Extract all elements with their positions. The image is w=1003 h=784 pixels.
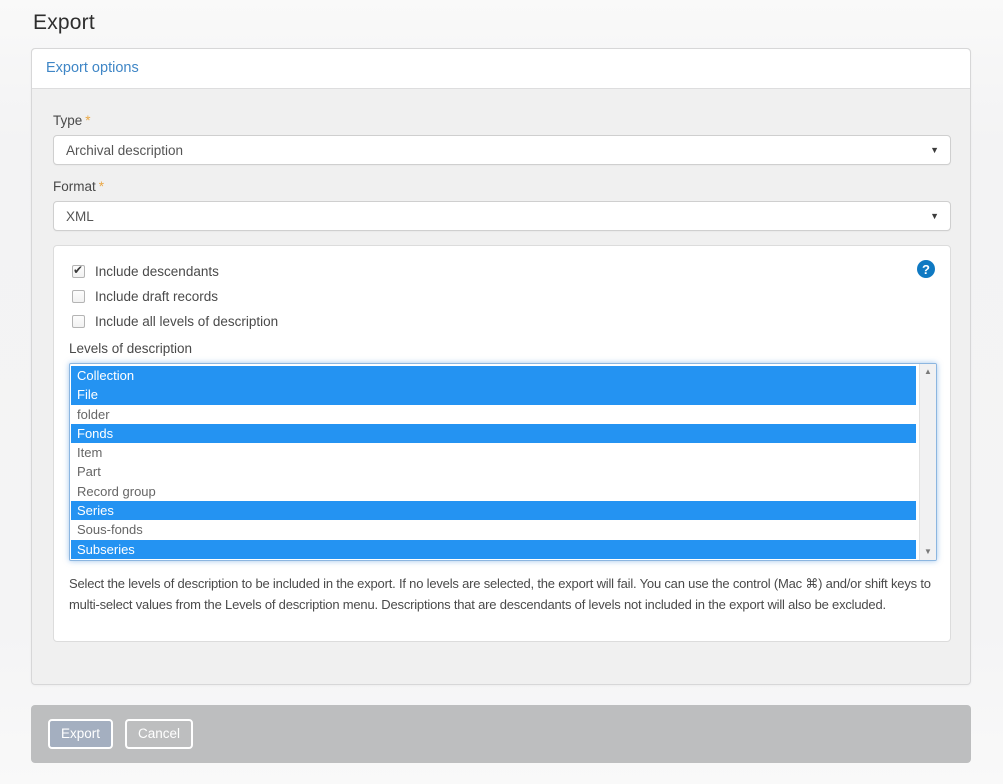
chevron-down-icon: ▼ — [930, 145, 939, 155]
format-select-value: XML — [66, 209, 94, 224]
levels-listbox[interactable]: Collection File folder Fonds Item Part R… — [69, 363, 937, 561]
format-field: Format* XML ▼ — [53, 179, 949, 231]
type-select[interactable]: Archival description ▼ — [53, 135, 951, 165]
listbox-option-series[interactable]: Series — [71, 501, 916, 520]
include-all-levels-label[interactable]: Include all levels of description — [95, 314, 278, 329]
checkbox-row-include-descendants: Include descendants — [69, 259, 935, 284]
listbox-scrollbar[interactable]: ▲ ▼ — [919, 364, 936, 560]
listbox-option-folder[interactable]: folder — [71, 405, 916, 424]
panel-body: Type* Archival description ▼ Format* XML… — [32, 89, 970, 684]
checkbox-row-include-draft-records: Include draft records — [69, 284, 935, 309]
panel-header: Export options — [32, 49, 970, 89]
listbox-option-fonds[interactable]: Fonds — [71, 424, 916, 443]
format-label: Format* — [53, 179, 949, 194]
include-descendants-label[interactable]: Include descendants — [95, 264, 219, 279]
format-select[interactable]: XML ▼ — [53, 201, 951, 231]
required-asterisk: * — [85, 113, 90, 128]
export-button[interactable]: Export — [48, 719, 113, 749]
scroll-up-icon[interactable]: ▲ — [924, 368, 932, 376]
listbox-option-record-group[interactable]: Record group — [71, 482, 916, 501]
options-box: ? Include descendants Include draft reco… — [53, 245, 951, 642]
type-label: Type* — [53, 113, 949, 128]
type-select-value: Archival description — [66, 143, 183, 158]
chevron-down-icon: ▼ — [930, 211, 939, 221]
listbox-option-item[interactable]: Item — [71, 443, 916, 462]
format-label-text: Format — [53, 179, 96, 194]
help-icon[interactable]: ? — [917, 260, 935, 278]
scroll-down-icon[interactable]: ▼ — [924, 548, 932, 556]
listbox-option-subseries[interactable]: Subseries — [71, 540, 916, 559]
type-label-text: Type — [53, 113, 82, 128]
levels-of-description-label: Levels of description — [69, 341, 935, 356]
cancel-button[interactable]: Cancel — [125, 719, 193, 749]
include-draft-records-checkbox[interactable] — [72, 290, 85, 303]
listbox-option-file[interactable]: File — [71, 385, 916, 404]
page-title: Export — [0, 0, 1003, 35]
checkbox-row-include-all-levels: Include all levels of description — [69, 309, 935, 334]
include-draft-records-label[interactable]: Include draft records — [95, 289, 218, 304]
export-options-panel: Export options Type* Archival descriptio… — [31, 48, 971, 685]
listbox-option-sous-fonds[interactable]: Sous-fonds — [71, 520, 916, 539]
levels-help-text: Select the levels of description to be i… — [69, 574, 935, 616]
type-field: Type* Archival description ▼ — [53, 113, 949, 165]
action-bar: Export Cancel — [31, 705, 971, 763]
listbox-option-collection[interactable]: Collection — [71, 366, 916, 385]
required-asterisk: * — [99, 179, 104, 194]
listbox-option-part[interactable]: Part — [71, 462, 916, 481]
panel-title-link[interactable]: Export options — [46, 60, 139, 76]
include-all-levels-checkbox[interactable] — [72, 315, 85, 328]
include-descendants-checkbox[interactable] — [72, 265, 85, 278]
